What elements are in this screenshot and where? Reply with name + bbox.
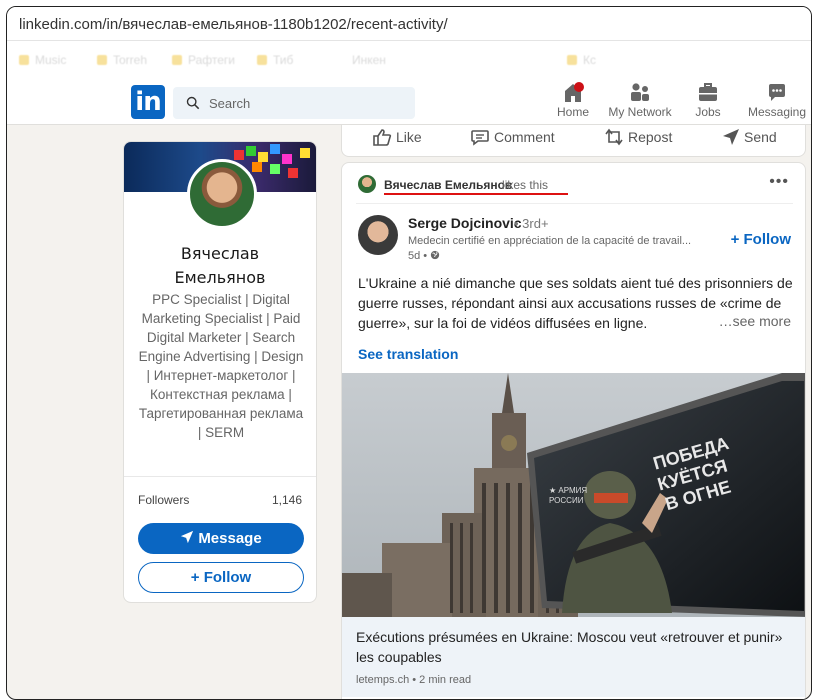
- author-avatar[interactable]: [358, 215, 398, 255]
- bookmark-item[interactable]: Music: [19, 53, 66, 67]
- svg-text:РОССИИ: РОССИИ: [549, 496, 584, 505]
- bookmarks-bar: Music Torreh Рафтеги Тиб Инкен Кс: [7, 41, 811, 81]
- follow-button[interactable]: + Follow: [138, 562, 304, 593]
- post-time: 5d •: [408, 250, 440, 262]
- plus-icon: +: [190, 569, 204, 586]
- post-image[interactable]: ★ АРМИЯ РОССИИ ПОБЕДА КУЁТСЯ В ОГНЕ: [342, 373, 806, 617]
- followers-count: 1,146: [271, 493, 302, 507]
- previous-post-actions: Like Comment Repost Send: [341, 125, 806, 157]
- search-box[interactable]: [173, 87, 415, 119]
- repost-icon: [605, 128, 623, 146]
- nav-jobs[interactable]: Jobs: [691, 81, 725, 123]
- message-button[interactable]: Message: [138, 523, 304, 554]
- search-input[interactable]: [209, 94, 399, 112]
- liker-name[interactable]: Вячеслав Емельянов: [384, 178, 512, 192]
- nav-home[interactable]: Home: [553, 81, 593, 123]
- bookmark-item[interactable]: Инкен: [352, 53, 386, 67]
- profile-avatar[interactable]: [187, 159, 257, 229]
- globe-icon: [431, 250, 440, 260]
- profile-name[interactable]: Вячеслав Емельянов: [124, 242, 316, 290]
- send-icon: [723, 129, 739, 145]
- profile-name-last: Емельянов: [174, 268, 266, 287]
- nav-my-network-label: My Network: [608, 105, 672, 119]
- linkedin-navbar: in Home My Network: [7, 77, 811, 125]
- annotation-underline: [384, 193, 568, 195]
- send-button[interactable]: Send: [722, 128, 777, 146]
- comment-button[interactable]: Comment: [470, 128, 555, 146]
- profile-headline: PPC Specialist | Digital Marketing Speci…: [138, 292, 304, 440]
- connection-degree: • 3rd+: [514, 216, 549, 231]
- search-icon: [186, 96, 200, 110]
- send-icon: [181, 530, 194, 544]
- author-headline: Medecin certifié en appréciation de la c…: [408, 235, 692, 247]
- nav-home-label: Home: [556, 105, 589, 119]
- browser-window: linkedin.com/in/вячеслав-емельянов-1180b…: [6, 6, 812, 700]
- see-more-link[interactable]: …see more: [712, 313, 791, 329]
- bookmark-item[interactable]: Torreh: [97, 53, 147, 67]
- comment-icon: [471, 130, 489, 146]
- profile-name-first: Вячеслав: [180, 244, 260, 263]
- repost-button[interactable]: Repost: [604, 128, 672, 146]
- briefcase-icon: [699, 83, 717, 101]
- bookmark-item[interactable]: Кс: [567, 53, 596, 67]
- link-source: letemps.ch • 2 min read: [356, 674, 472, 686]
- followers-label: Followers: [138, 493, 190, 507]
- liker-avatar[interactable]: [358, 175, 376, 193]
- author-name[interactable]: Serge Dojcinovic: [408, 215, 522, 231]
- address-bar[interactable]: linkedin.com/in/вячеслав-емельянов-1180b…: [7, 7, 811, 41]
- like-button[interactable]: Like: [372, 128, 422, 146]
- divider: [124, 476, 316, 477]
- profile-card: Вячеслав Емельянов PPC Specialist | Digi…: [123, 141, 317, 603]
- nav-my-network[interactable]: My Network: [605, 81, 675, 123]
- home-icon: [565, 82, 584, 102]
- divider: [356, 203, 793, 204]
- nav-jobs-label: Jobs: [695, 105, 721, 119]
- bookmark-item[interactable]: Тиб: [257, 53, 293, 67]
- more-options-icon[interactable]: •••: [769, 173, 789, 191]
- link-title[interactable]: Exécutions présumées en Ukraine: Moscou …: [356, 627, 793, 667]
- liker-action: likes this: [502, 178, 549, 192]
- nav-messaging-label: Messaging: [747, 105, 807, 119]
- linkedin-logo-icon[interactable]: in: [131, 85, 165, 119]
- follow-author-button[interactable]: + Follow: [731, 231, 791, 248]
- like-icon: [373, 129, 392, 146]
- see-translation-link[interactable]: See translation: [358, 346, 458, 362]
- bookmark-item[interactable]: Рафтеги: [172, 53, 235, 67]
- feed-post: Вячеслав Емельянов likes this ••• Serge …: [341, 162, 806, 699]
- messaging-icon: [769, 84, 785, 101]
- url-text[interactable]: linkedin.com/in/вячеслав-емельянов-1180b…: [19, 16, 448, 33]
- svg-text:★ АРМИЯ: ★ АРМИЯ: [549, 486, 587, 495]
- network-icon: [631, 83, 649, 101]
- nav-messaging[interactable]: Messaging: [745, 81, 809, 123]
